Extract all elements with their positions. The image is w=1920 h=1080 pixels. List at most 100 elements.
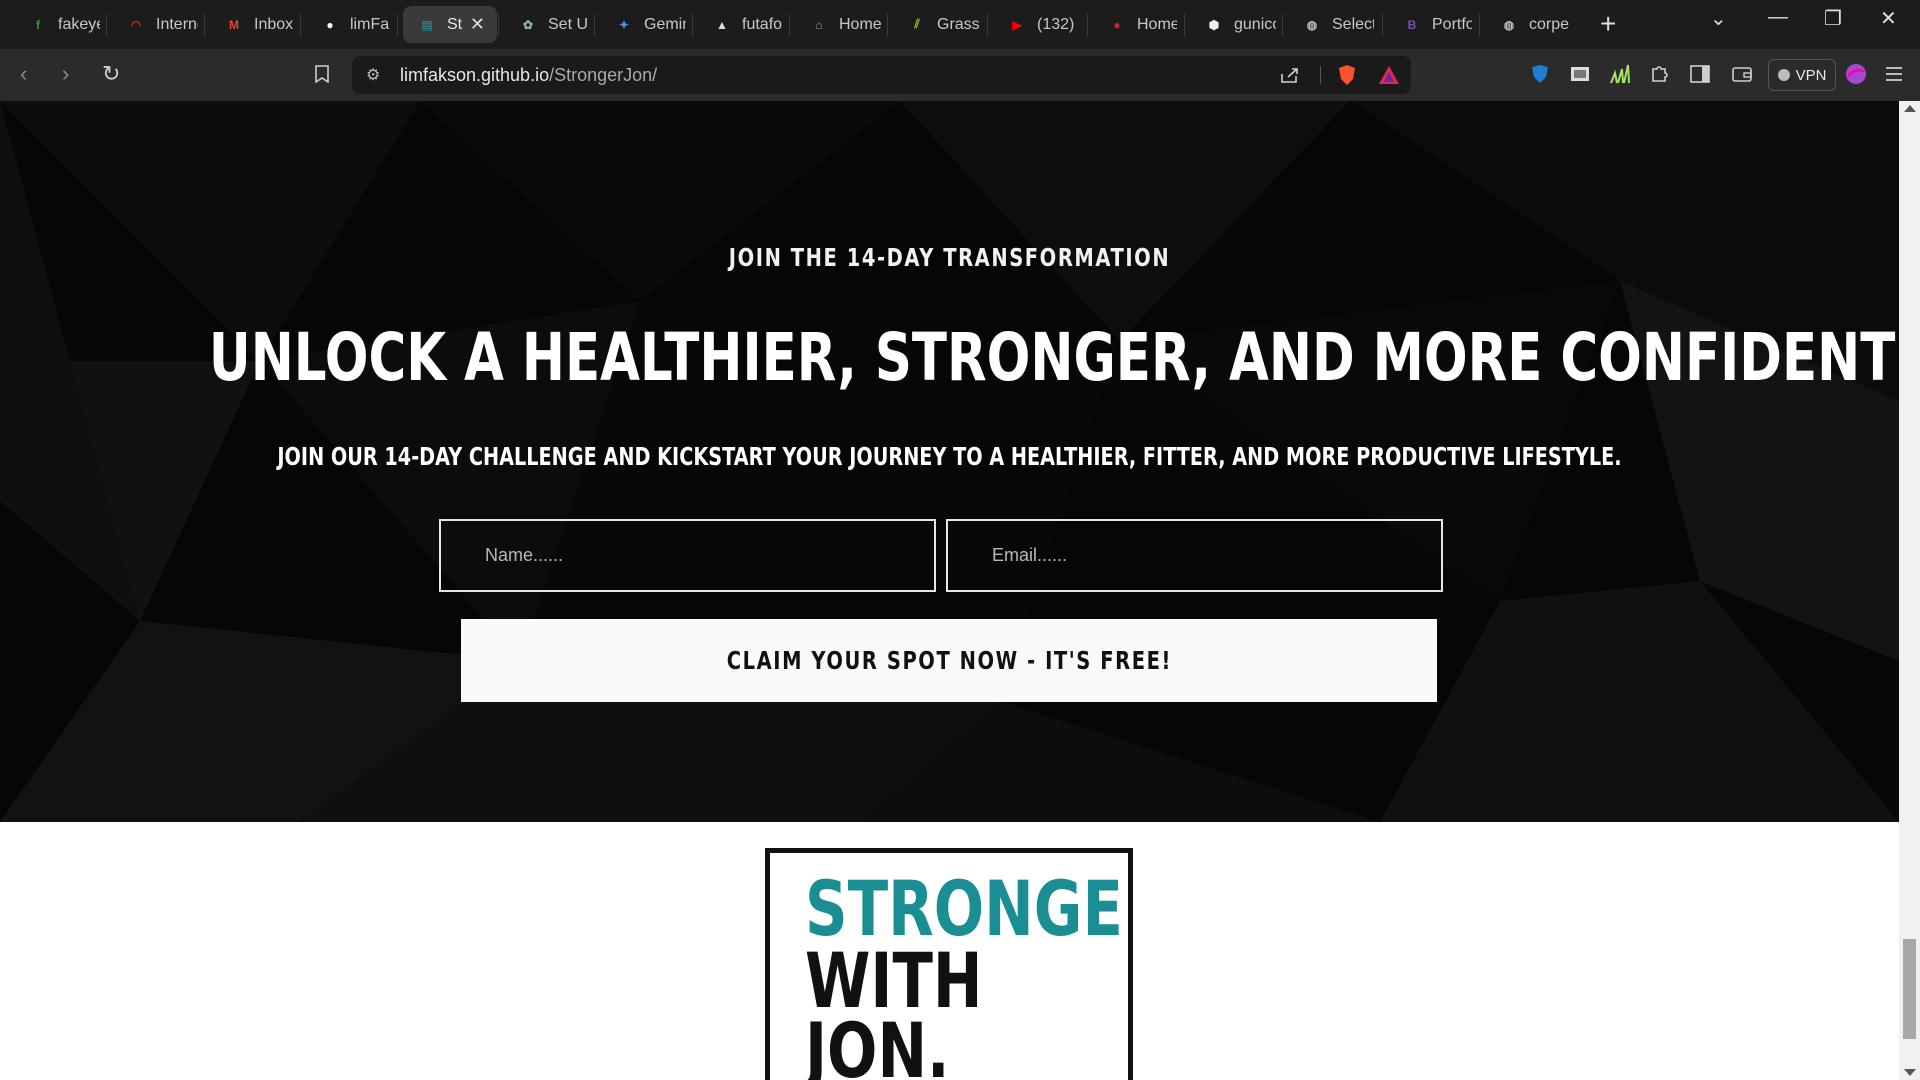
triangle-logo-icon: ▲ (716, 17, 728, 32)
browser-tab[interactable]: ● Home (1093, 6, 1177, 43)
name-input[interactable] (439, 519, 936, 592)
browser-tab[interactable]: f fakeye (14, 6, 100, 43)
browser-tab-label: fakeye (58, 15, 100, 33)
url-host: limfakson.github.io (400, 64, 550, 85)
wallet-icon[interactable] (1730, 62, 1754, 86)
scroll-up-icon[interactable] (1904, 105, 1916, 112)
browser-tab-label: gunico (1234, 15, 1276, 33)
gunicorn-icon: ⬢ (1208, 17, 1220, 32)
browser-tab-label: St (447, 15, 463, 33)
bookmark-icon[interactable] (310, 62, 334, 86)
vpn-label: VPN (1795, 66, 1827, 84)
extensions-puzzle-icon[interactable] (1648, 62, 1672, 86)
tab-separator (204, 14, 205, 36)
reload-icon[interactable]: ↻ (102, 61, 120, 87)
stronger-with-jon-logo: STRONGER WITH JON. (765, 848, 1133, 1080)
browser-tab[interactable]: ◍ Select (1288, 6, 1374, 43)
vpn-button[interactable]: VPN (1768, 59, 1836, 91)
browser-tab[interactable]: ● limFak (306, 6, 390, 43)
browser-tab-label: Set Us (548, 15, 588, 33)
gemini-icon: ✦ (618, 17, 630, 32)
divider (1320, 66, 1321, 84)
sidebar-toggle-icon[interactable] (1688, 62, 1712, 86)
browser-tab[interactable]: ▲ futafo (698, 6, 782, 43)
leo-ai-icon[interactable] (1844, 62, 1868, 86)
url-path: /StrongerJon/ (549, 64, 658, 85)
screenshot-extension-icon[interactable] (1568, 62, 1592, 86)
minimize-icon[interactable]: — (1768, 6, 1788, 29)
grass-extension-icon[interactable] (1608, 62, 1632, 86)
browser-tab[interactable]: M Inbox ( (210, 6, 294, 43)
address-bar[interactable]: ⚙ limfakson.github.io/StrongerJon/ (352, 56, 1411, 94)
browser-tab-label: Home (1137, 15, 1177, 33)
vpn-status-icon (1777, 69, 1790, 81)
home-red-icon: ● (1113, 17, 1121, 32)
email-input[interactable] (946, 519, 1443, 592)
browser-tab-label: Inbox ( (254, 15, 294, 33)
hero-section: JOIN THE 14-DAY TRANSFORMATION UNLOCK A … (0, 101, 1899, 822)
page-scrollbar[interactable] (1899, 101, 1920, 1080)
tab-separator (1184, 14, 1185, 36)
browser-tab[interactable]: ⬢ gunico (1190, 6, 1276, 43)
browser-tab-label: Grass (937, 15, 979, 33)
grass-icon: ⫽ (914, 17, 920, 31)
tab-search-icon[interactable]: ⌄ (1710, 6, 1727, 31)
close-tab-icon[interactable]: ✕ (470, 14, 485, 35)
browser-tab-label: Gemin (644, 15, 686, 33)
claim-spot-label: CLAIM YOUR SPOT NOW - IT'S FREE! (726, 646, 1172, 675)
hero-subheadline: JOIN OUR 14-DAY CHALLENGE AND KICKSTART … (277, 442, 1622, 471)
tab-separator (987, 14, 988, 36)
tab-separator (1382, 14, 1383, 36)
browser-tab[interactable]: ⫽ Grass (893, 6, 979, 43)
tab-separator (397, 14, 398, 36)
tab-separator (887, 14, 888, 36)
web-page: JOIN THE 14-DAY TRANSFORMATION UNLOCK A … (0, 101, 1899, 1080)
browser-tab-label: Interne (156, 15, 198, 33)
tab-separator (1087, 14, 1088, 36)
menu-icon[interactable] (1882, 62, 1906, 86)
site-settings-icon[interactable]: ⚙ (366, 65, 380, 85)
bootstrap-icon: B (1407, 17, 1417, 32)
hero-eyebrow: JOIN THE 14-DAY TRANSFORMATION (728, 243, 1171, 272)
fakeyou-icon: f (36, 17, 40, 32)
browser-tab-label: Portfo (1432, 15, 1472, 33)
maximize-icon[interactable]: ❐ (1824, 6, 1842, 31)
brave-rewards-icon[interactable] (1377, 63, 1401, 87)
tab-separator (300, 14, 301, 36)
youtube-icon: ▶ (1012, 17, 1022, 32)
browser-tab[interactable]: ⌂ Home (795, 6, 881, 43)
browser-tab-label: limFak (350, 15, 390, 33)
tab-separator (1282, 14, 1283, 36)
forward-icon[interactable]: › (62, 61, 69, 87)
back-icon[interactable]: ‹ (20, 61, 27, 87)
browser-tab-label: corpe (1529, 15, 1569, 33)
site-favicon-icon: ▤ (421, 17, 433, 32)
scroll-thumb[interactable] (1903, 939, 1916, 1039)
tab-separator (789, 14, 790, 36)
logo-line-3: JON. (805, 1006, 950, 1080)
brave-shields-icon[interactable] (1335, 63, 1359, 87)
browser-tab[interactable]: B Portfo (1388, 6, 1472, 43)
tab-separator (498, 14, 499, 36)
new-tab-button[interactable]: + (1600, 10, 1616, 38)
browser-toolbar: ‹ › ↻ ⚙ limfakson.github.io/StrongerJon/ (0, 49, 1920, 101)
close-window-icon[interactable]: ✕ (1880, 6, 1897, 31)
browser-tab-label: Select (1332, 15, 1374, 33)
bitwarden-shield-icon[interactable] (1528, 62, 1552, 86)
globe-icon: ◍ (1503, 17, 1515, 32)
claim-spot-button[interactable]: CLAIM YOUR SPOT NOW - IT'S FREE! (461, 619, 1437, 702)
browser-tab[interactable]: ◍ corpe (1485, 6, 1569, 43)
browser-tab[interactable]: ▶ (132) ( (993, 6, 1079, 43)
browser-tab-label: futafo (742, 15, 782, 33)
share-icon[interactable] (1278, 63, 1302, 87)
chatgpt-icon: ✿ (522, 17, 534, 32)
browser-tab[interactable]: ✿ Set Us (504, 6, 588, 43)
browser-tab[interactable]: ▤ St ✕ (403, 6, 497, 43)
scroll-down-icon[interactable] (1904, 1069, 1916, 1076)
tab-separator (692, 14, 693, 36)
github-icon: ● (326, 17, 334, 32)
browser-tab[interactable]: ✦ Gemin (600, 6, 686, 43)
home-favicon-icon: ⌂ (815, 17, 823, 32)
browser-tab[interactable]: ◠ Interne (112, 6, 198, 43)
browser-tab-strip: f fakeye ◠ Interne M Inbox ( ● limFak ▤ St ✕ ✿ Set U… (0, 0, 1920, 49)
